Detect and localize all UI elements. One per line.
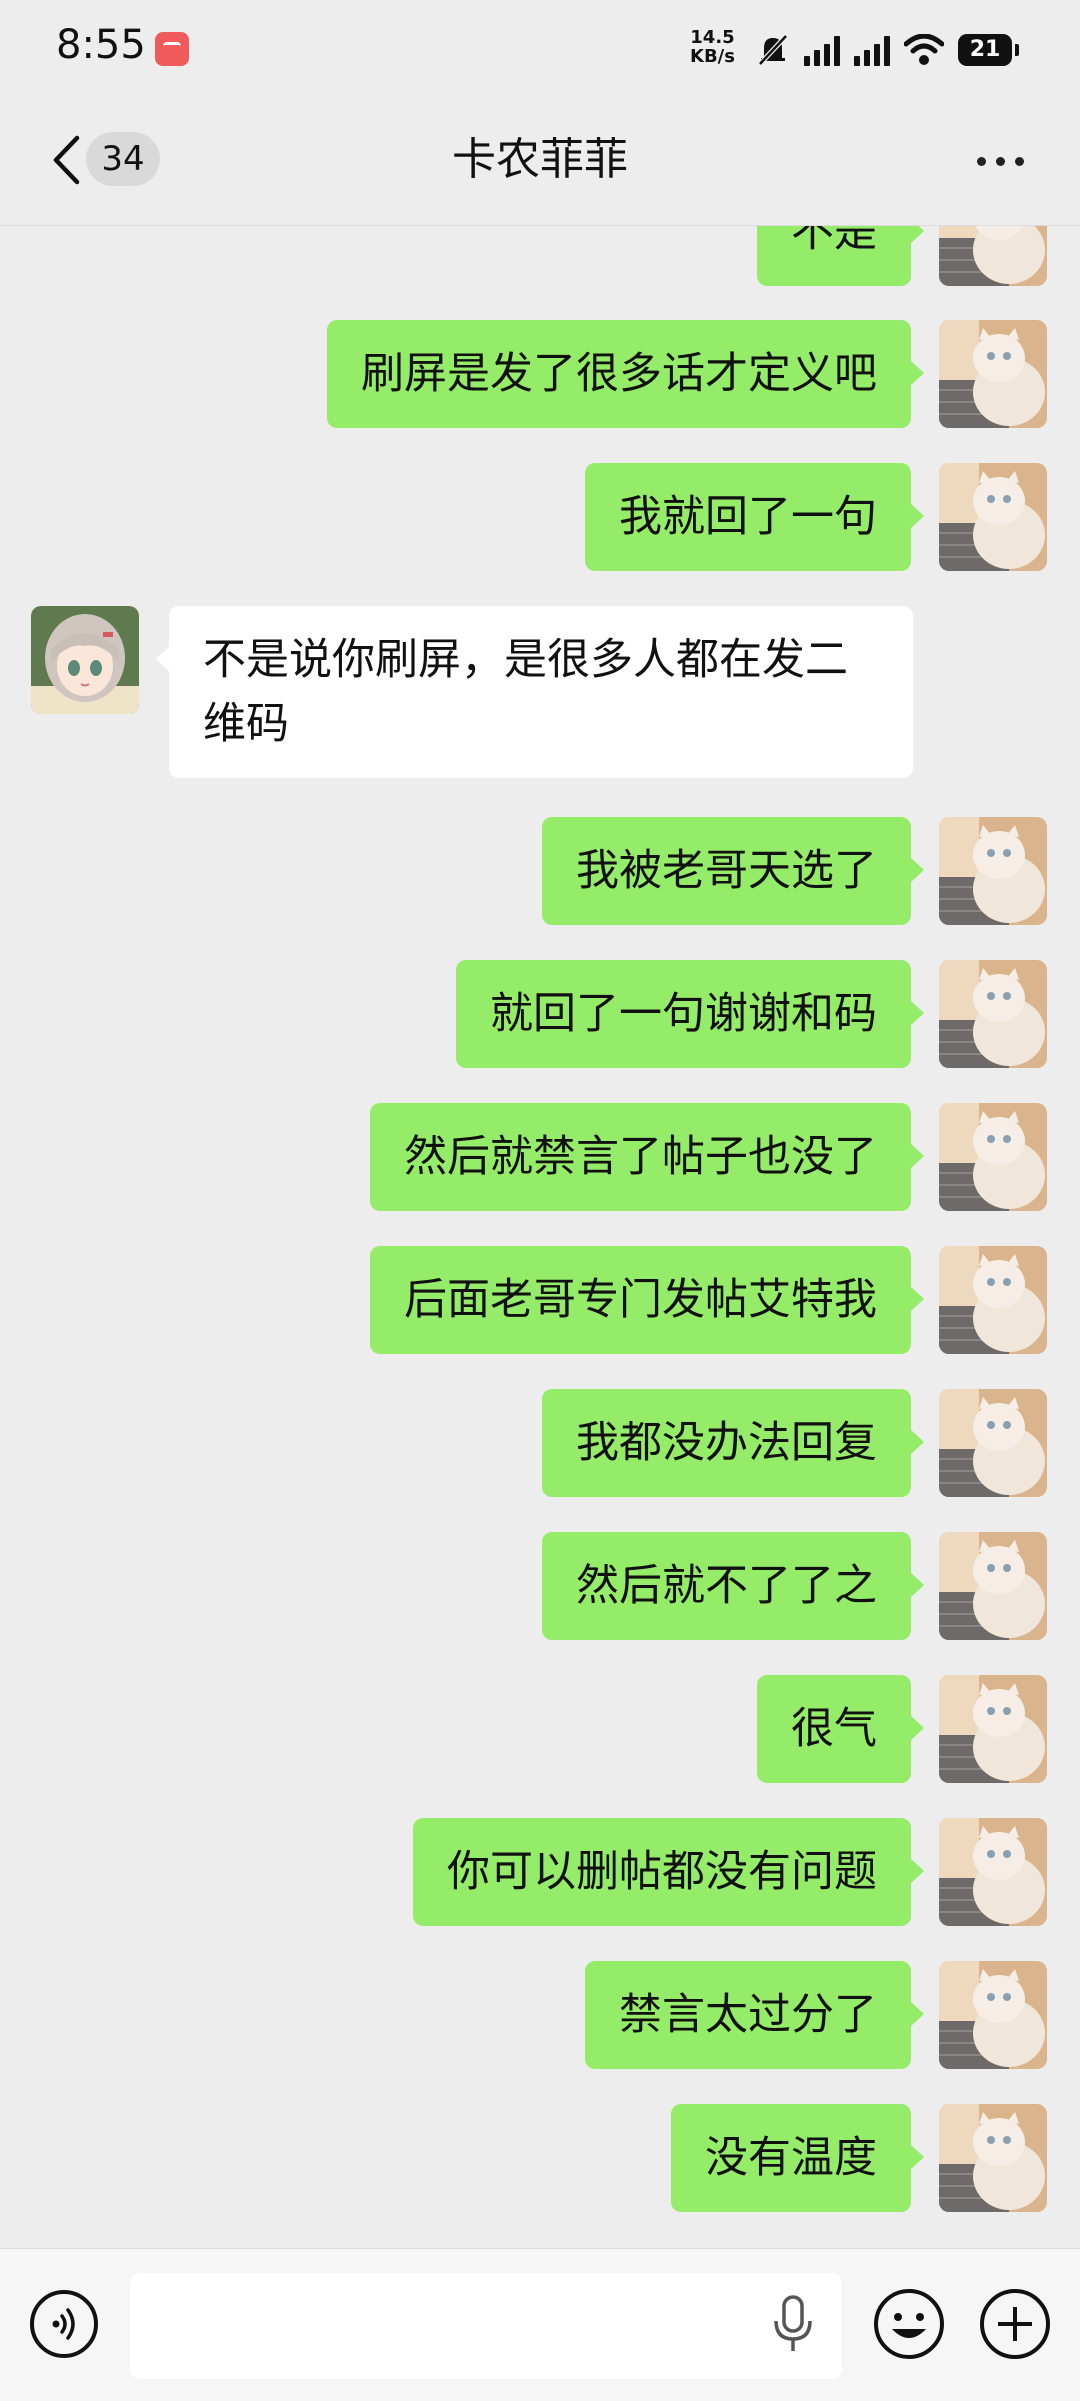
my-avatar[interactable] (939, 1246, 1047, 1354)
sent-message-bubble[interactable]: 不是 (757, 226, 924, 286)
my-avatar[interactable] (939, 960, 1047, 1068)
more-button[interactable] (960, 136, 1040, 186)
sent-message-bubble[interactable]: 禁言太过分了 (585, 1961, 924, 2069)
my-avatar[interactable] (939, 2104, 1047, 2212)
chat-header: 34 卡农菲菲 (0, 100, 1080, 226)
status-icons: 21 (756, 30, 1019, 70)
sent-message-bubble[interactable]: 后面老哥专门发帖艾特我 (370, 1246, 924, 1354)
emoji-icon[interactable] (872, 2287, 946, 2361)
my-avatar[interactable] (939, 1961, 1047, 2069)
notification-app-icon (155, 32, 189, 66)
message-list[interactable]: 不是 刷屏是发了很多话才定义吧 我就回了一句 不是说你刷屏，是很多人都在发二维码… (0, 226, 1080, 2248)
my-avatar[interactable] (939, 1389, 1047, 1497)
more-icon (976, 156, 1024, 166)
network-speed: 14.5 KB/s (690, 28, 735, 66)
sent-message-bubble[interactable]: 刷屏是发了很多话才定义吧 (327, 320, 924, 428)
my-avatar[interactable] (939, 817, 1047, 925)
status-time: 8:55 (56, 22, 146, 68)
plus-icon[interactable] (978, 2287, 1052, 2361)
my-avatar[interactable] (939, 226, 1047, 286)
voice-icon (52, 2308, 75, 2340)
network-speed-value: 14.5 (690, 27, 735, 48)
my-avatar[interactable] (939, 1675, 1047, 1783)
sent-message-bubble[interactable]: 我就回了一句 (585, 463, 924, 571)
signal-2-icon (854, 34, 890, 66)
sent-message-bubble[interactable]: 我都没办法回复 (542, 1389, 924, 1497)
sent-message-bubble[interactable]: 很气 (757, 1675, 924, 1783)
signal-1-icon (804, 34, 840, 66)
sent-message-bubble[interactable]: 我被老哥天选了 (542, 817, 924, 925)
sent-message-bubble[interactable]: 然后就不了了之 (542, 1532, 924, 1640)
battery-indicator: 21 (958, 34, 1019, 66)
mute-bell-icon (758, 34, 788, 66)
my-avatar[interactable] (939, 1818, 1047, 1926)
sent-message-bubble[interactable]: 就回了一句谢谢和码 (456, 960, 924, 1068)
my-avatar[interactable] (939, 463, 1047, 571)
contact-avatar[interactable] (31, 606, 139, 714)
wifi-icon (904, 34, 944, 65)
message-input[interactable] (130, 2273, 842, 2379)
input-bar (0, 2248, 1080, 2401)
sent-message-bubble[interactable]: 没有温度 (671, 2104, 924, 2212)
sent-message-bubble[interactable]: 然后就禁言了帖子也没了 (370, 1103, 924, 1211)
my-avatar[interactable] (939, 1103, 1047, 1211)
sent-message-bubble[interactable]: 你可以删帖都没有问题 (413, 1818, 924, 1926)
mic-icon[interactable] (772, 2295, 814, 2355)
status-bar: 8:55 14.5 KB/s 21 (0, 0, 1080, 100)
my-avatar[interactable] (939, 320, 1047, 428)
received-message-bubble[interactable]: 不是说你刷屏，是很多人都在发二维码 (156, 606, 913, 778)
chat-title: 卡农菲菲 (452, 134, 628, 185)
network-speed-unit: KB/s (690, 46, 735, 67)
voice-button[interactable] (30, 2290, 98, 2358)
my-avatar[interactable] (939, 1532, 1047, 1640)
